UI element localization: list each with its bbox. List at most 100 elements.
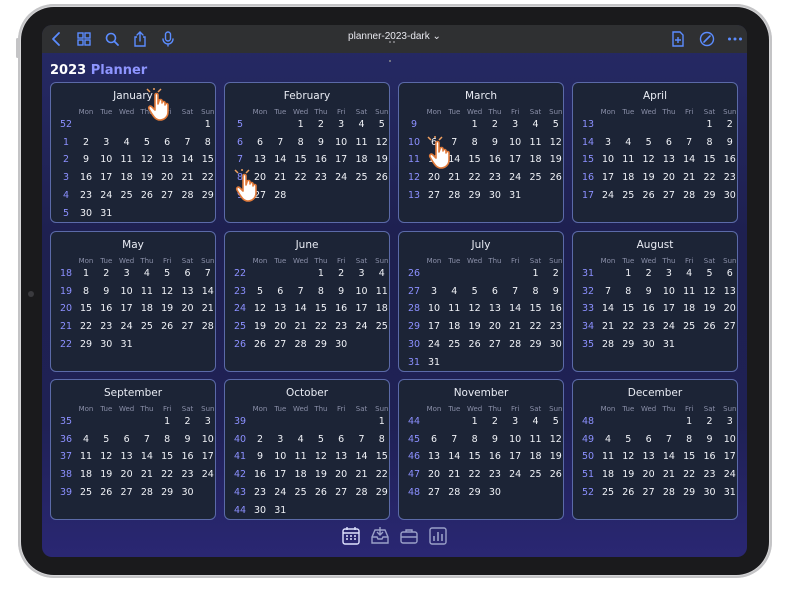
day-cell[interactable]: 20 [178, 303, 198, 314]
day-cell[interactable]: 7 [598, 286, 618, 297]
day-cell[interactable]: 11 [618, 154, 638, 165]
day-cell[interactable]: 26 [311, 487, 331, 498]
day-cell[interactable]: 1 [700, 119, 720, 130]
day-cell[interactable]: 16 [485, 154, 505, 165]
week-number[interactable]: 4 [56, 190, 76, 201]
day-cell[interactable]: 3 [424, 286, 444, 297]
day-cell[interactable]: 15 [76, 303, 96, 314]
day-cell[interactable]: 12 [250, 303, 270, 314]
day-cell[interactable]: 17 [505, 451, 525, 462]
day-cell[interactable]: 6 [270, 286, 290, 297]
day-cell[interactable]: 15 [291, 154, 311, 165]
day-cell[interactable]: 11 [291, 451, 311, 462]
day-cell[interactable]: 8 [76, 286, 96, 297]
day-cell[interactable]: 18 [526, 154, 546, 165]
day-cell[interactable]: 26 [700, 321, 720, 332]
day-cell[interactable]: 19 [157, 303, 177, 314]
day-cell[interactable]: 11 [526, 137, 546, 148]
day-cell[interactable]: 10 [198, 434, 218, 445]
day-cell[interactable]: 9 [720, 137, 740, 148]
day-cell[interactable]: 13 [639, 451, 659, 462]
day-cell[interactable]: 24 [96, 190, 116, 201]
day-cell[interactable]: 5 [546, 119, 566, 130]
day-cell[interactable]: 21 [198, 303, 218, 314]
day-cell[interactable]: 21 [291, 321, 311, 332]
week-number[interactable]: 33 [578, 303, 598, 314]
day-cell[interactable]: 14 [444, 451, 464, 462]
day-cell[interactable]: 7 [679, 137, 699, 148]
week-number[interactable]: 34 [578, 321, 598, 332]
day-cell[interactable]: 5 [157, 268, 177, 279]
month-card-august[interactable]: August Mon Tue Wed Thu Fri Sat Sun 31 1 2 3 4 5 6 32 7 8 9… [572, 231, 738, 372]
day-cell[interactable]: 17 [352, 303, 372, 314]
day-cell[interactable]: 7 [178, 137, 198, 148]
month-card-may[interactable]: May Mon Tue Wed Thu Fri Sat Sun 18 1 2 3 4 5 6 7 19 8 9 10 1… [50, 231, 216, 372]
day-cell[interactable]: 6 [178, 268, 198, 279]
day-cell[interactable]: 19 [618, 469, 638, 480]
week-number[interactable]: 21 [56, 321, 76, 332]
day-cell[interactable]: 18 [618, 172, 638, 183]
day-cell[interactable]: 6 [331, 434, 351, 445]
day-cell[interactable]: 20 [424, 469, 444, 480]
day-cell[interactable]: 15 [372, 451, 392, 462]
day-cell[interactable]: 23 [700, 469, 720, 480]
day-cell[interactable]: 5 [250, 286, 270, 297]
day-cell[interactable]: 4 [137, 268, 157, 279]
day-cell[interactable]: 1 [465, 416, 485, 427]
week-number[interactable]: 40 [230, 434, 250, 445]
day-cell[interactable]: 14 [137, 451, 157, 462]
day-cell[interactable]: 29 [465, 190, 485, 201]
day-cell[interactable]: 20 [157, 172, 177, 183]
day-cell[interactable]: 25 [526, 172, 546, 183]
day-cell[interactable]: 12 [700, 286, 720, 297]
day-cell[interactable]: 10 [505, 434, 525, 445]
day-cell[interactable]: 4 [117, 137, 137, 148]
day-cell[interactable]: 8 [618, 286, 638, 297]
day-cell[interactable]: 10 [331, 137, 351, 148]
day-cell[interactable]: 6 [659, 137, 679, 148]
day-cell[interactable]: 26 [96, 487, 116, 498]
day-cell[interactable]: 11 [598, 451, 618, 462]
day-cell[interactable]: 9 [331, 286, 351, 297]
week-number[interactable]: 30 [404, 339, 424, 350]
day-cell[interactable]: 2 [485, 119, 505, 130]
day-cell[interactable]: 7 [198, 268, 218, 279]
day-cell[interactable]: 24 [424, 339, 444, 350]
day-cell[interactable]: 1 [291, 119, 311, 130]
day-cell[interactable]: 2 [485, 416, 505, 427]
week-number[interactable]: 23 [230, 286, 250, 297]
week-number[interactable]: 5 [230, 119, 250, 130]
day-cell[interactable]: 18 [352, 154, 372, 165]
day-cell[interactable]: 1 [618, 268, 638, 279]
month-card-june[interactable]: June Mon Tue Wed Thu Fri Sat Sun 22 1 2 3 4 23 5 6 7 8 9 10… [224, 231, 390, 372]
day-cell[interactable]: 26 [157, 321, 177, 332]
day-cell[interactable]: 25 [598, 487, 618, 498]
day-cell[interactable]: 10 [352, 286, 372, 297]
day-cell[interactable]: 24 [659, 321, 679, 332]
day-cell[interactable]: 9 [311, 137, 331, 148]
day-cell[interactable]: 29 [198, 190, 218, 201]
day-cell[interactable]: 28 [137, 487, 157, 498]
week-number[interactable]: 48 [404, 487, 424, 498]
day-cell[interactable]: 15 [618, 303, 638, 314]
day-cell[interactable]: 4 [598, 434, 618, 445]
day-cell[interactable]: 18 [444, 321, 464, 332]
day-cell[interactable]: 13 [250, 154, 270, 165]
day-cell[interactable]: 19 [700, 303, 720, 314]
day-cell[interactable]: 12 [96, 451, 116, 462]
week-number[interactable]: 16 [578, 172, 598, 183]
grid-icon[interactable] [75, 30, 93, 48]
day-cell[interactable]: 30 [331, 339, 351, 350]
day-cell[interactable]: 28 [198, 321, 218, 332]
day-cell[interactable]: 10 [659, 286, 679, 297]
week-number[interactable]: 31 [578, 268, 598, 279]
day-cell[interactable]: 14 [270, 154, 290, 165]
day-cell[interactable]: 19 [96, 469, 116, 480]
day-cell[interactable]: 23 [639, 321, 659, 332]
day-cell[interactable]: 14 [505, 303, 525, 314]
day-cell[interactable]: 3 [659, 268, 679, 279]
day-cell[interactable]: 26 [546, 469, 566, 480]
day-cell[interactable]: 13 [178, 286, 198, 297]
pen-icon[interactable] [698, 30, 716, 48]
day-cell[interactable]: 11 [444, 303, 464, 314]
